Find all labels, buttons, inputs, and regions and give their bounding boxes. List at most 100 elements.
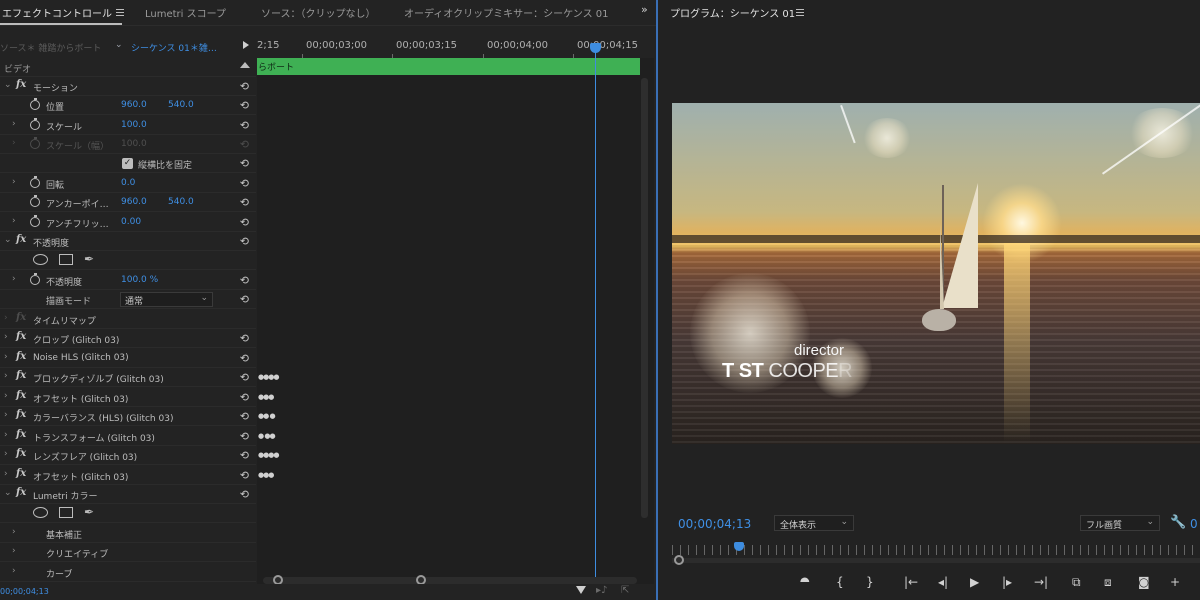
lift-icon[interactable]: ⧉ — [1072, 575, 1081, 590]
effect-row[interactable]: › fx Noise HLS (Glitch 03) ⟲ — [0, 349, 256, 368]
reset-icon[interactable]: ⟲ — [240, 235, 249, 248]
scale-value[interactable]: 100.0 — [121, 120, 147, 130]
pen-mask-icon[interactable]: ✒ — [84, 505, 94, 519]
step-forward-icon[interactable]: |▸ — [1002, 575, 1012, 589]
expand-chevron-icon[interactable]: › — [12, 527, 16, 537]
playhead-line[interactable] — [595, 50, 596, 584]
expand-chevron-icon[interactable]: › — [4, 371, 8, 381]
effect-row-time-remap[interactable]: › fx タイムリマップ — [0, 310, 256, 329]
anchor-x-value[interactable]: 960.0 — [121, 197, 147, 207]
reset-icon[interactable]: ⟲ — [240, 469, 249, 482]
playhead-timecode[interactable]: 00;00;04;13 — [678, 517, 751, 531]
effect-row-opacity[interactable]: ⌄ fx 不透明度 ⟲ — [0, 232, 256, 251]
step-back-icon[interactable]: ◂| — [938, 575, 948, 589]
keyframe-icons[interactable]: ●●●● — [258, 373, 279, 381]
stopwatch-icon[interactable] — [30, 195, 40, 207]
expand-chevron-icon[interactable]: › — [12, 177, 16, 187]
duration-timecode[interactable]: 0 — [1190, 517, 1198, 531]
wrench-icon[interactable]: 🔧 — [1170, 515, 1186, 530]
reset-icon[interactable]: ⟲ — [240, 430, 249, 443]
button-editor-icon[interactable]: + — [1170, 575, 1180, 589]
tab-audio-clip-mixer[interactable]: オーディオクリップミキサー：シーケンス 01 — [404, 5, 609, 20]
play-icon[interactable]: ▶ — [970, 575, 979, 589]
rectangle-mask-icon[interactable] — [59, 254, 73, 265]
effect-row[interactable]: › fx ブロックディゾルブ (Glitch 03) ⟲ — [0, 368, 256, 387]
current-timecode[interactable]: 00;00;04;13 — [0, 587, 49, 596]
expand-chevron-icon[interactable]: › — [12, 566, 16, 576]
stopwatch-icon[interactable] — [30, 215, 40, 227]
add-marker-icon[interactable]: ⯊ — [800, 575, 810, 590]
keyframe-icons[interactable]: ●● ● — [258, 412, 276, 420]
expand-chevron-icon[interactable]: › — [4, 410, 8, 420]
filter-icon[interactable] — [576, 586, 586, 594]
expand-chevron-icon[interactable]: › — [4, 430, 8, 440]
zoom-level-dropdown[interactable]: 全体表示 ⌄ — [774, 515, 854, 531]
fx-icon[interactable]: fx — [16, 390, 26, 401]
vertical-scrollbar[interactable] — [641, 78, 648, 518]
keyframe-icons[interactable]: ● ●● — [258, 432, 276, 440]
fx-icon[interactable]: fx — [16, 331, 26, 342]
effect-row-lumetri[interactable]: ⌄ fx Lumetri カラー ⟲ — [0, 485, 256, 504]
effect-row[interactable]: › fx オフセット (Glitch 03) ⟲ — [0, 466, 256, 485]
blend-mode-dropdown[interactable]: 通常 ⌄ — [120, 292, 213, 307]
effect-row[interactable]: › fx クロップ (Glitch 03) ⟲ — [0, 329, 256, 348]
stopwatch-icon[interactable] — [30, 273, 40, 285]
program-video-frame[interactable]: director T ST COOPER — [672, 103, 1200, 444]
monitor-time-ruler[interactable] — [672, 545, 1200, 555]
fx-icon[interactable]: fx — [16, 409, 26, 420]
collapse-up-icon[interactable] — [240, 62, 250, 68]
effect-timeline[interactable]: 2;15 00;00;03;00 00;00;03;15 00;00;04;00… — [257, 38, 654, 600]
ellipse-mask-icon[interactable] — [33, 507, 48, 518]
tab-source[interactable]: ソース：（クリップなし） — [261, 5, 376, 20]
fx-icon[interactable]: fx — [16, 234, 26, 245]
fx-icon[interactable]: fx — [16, 370, 26, 381]
expand-chevron-icon[interactable]: ⌄ — [4, 80, 12, 90]
tab-lumetri-scopes[interactable]: Lumetri スコープ — [145, 5, 226, 20]
more-tabs-icon[interactable]: » — [641, 3, 648, 16]
lumetri-section-curves[interactable]: › カーブ — [0, 563, 256, 582]
mark-out-icon[interactable]: } — [866, 575, 874, 589]
expand-chevron-icon[interactable]: › — [4, 313, 8, 323]
position-x-value[interactable]: 960.0 — [121, 100, 147, 110]
reset-icon[interactable]: ⟲ — [240, 332, 249, 345]
source-clip-label[interactable]: ソース＊ 雑踏からボート — [0, 41, 101, 54]
sequence-clip-label[interactable]: シーケンス 01＊雑… — [131, 41, 217, 54]
clip-bar[interactable]: らボート — [257, 58, 640, 75]
tab-effect-controls[interactable]: エフェクトコントロール — [2, 5, 112, 20]
mark-in-icon[interactable]: { — [836, 575, 844, 589]
effect-row-motion[interactable]: ⌄ fx モーション ⟲ — [0, 77, 256, 96]
fx-icon[interactable]: fx — [16, 351, 26, 362]
playback-resolution-dropdown[interactable]: フル画質 ⌄ — [1080, 515, 1160, 531]
camera-icon[interactable]: ◙ — [1138, 575, 1150, 589]
fx-icon[interactable]: fx — [16, 429, 26, 440]
stopwatch-icon[interactable] — [30, 118, 40, 130]
anti-flicker-value[interactable]: 0.00 — [121, 217, 141, 227]
expand-chevron-icon[interactable]: › — [12, 274, 16, 284]
chevron-down-icon[interactable]: ⌄ — [115, 40, 123, 50]
expand-chevron-icon[interactable]: › — [4, 352, 8, 362]
rotation-value[interactable]: 0.0 — [121, 178, 135, 188]
effect-row[interactable]: › fx カラーバランス (HLS) (Glitch 03) ⟲ — [0, 407, 256, 426]
reset-icon[interactable]: ⟲ — [240, 99, 249, 112]
panel-menu-icon[interactable] — [116, 9, 124, 16]
keyframe-icons[interactable]: ●●●● — [258, 451, 279, 459]
reset-icon[interactable]: ⟲ — [240, 274, 249, 287]
monitor-zoom-scrollbar[interactable] — [672, 555, 1200, 565]
expand-chevron-icon[interactable]: ⌄ — [4, 488, 12, 498]
fx-icon[interactable]: fx — [16, 487, 26, 498]
reset-icon[interactable]: ⟲ — [240, 449, 249, 462]
keyframe-icons[interactable]: ●●● — [258, 393, 274, 401]
rectangle-mask-icon[interactable] — [59, 507, 73, 518]
fx-icon[interactable]: fx — [16, 468, 26, 479]
fx-icon[interactable]: fx — [16, 79, 26, 90]
reset-icon[interactable]: ⟲ — [240, 119, 249, 132]
extract-icon[interactable]: ⧈ — [1104, 575, 1112, 590]
position-y-value[interactable]: 540.0 — [168, 100, 194, 110]
opacity-value[interactable]: 100.0 % — [121, 275, 158, 285]
expand-chevron-icon[interactable]: › — [12, 216, 16, 226]
expand-chevron-icon[interactable]: › — [4, 449, 8, 459]
go-to-out-icon[interactable]: →| — [1034, 575, 1048, 589]
zoom-scrollbar[interactable] — [263, 575, 637, 585]
uniform-scale-checkbox[interactable]: ✓ — [122, 158, 133, 169]
expand-chevron-icon[interactable]: › — [4, 391, 8, 401]
